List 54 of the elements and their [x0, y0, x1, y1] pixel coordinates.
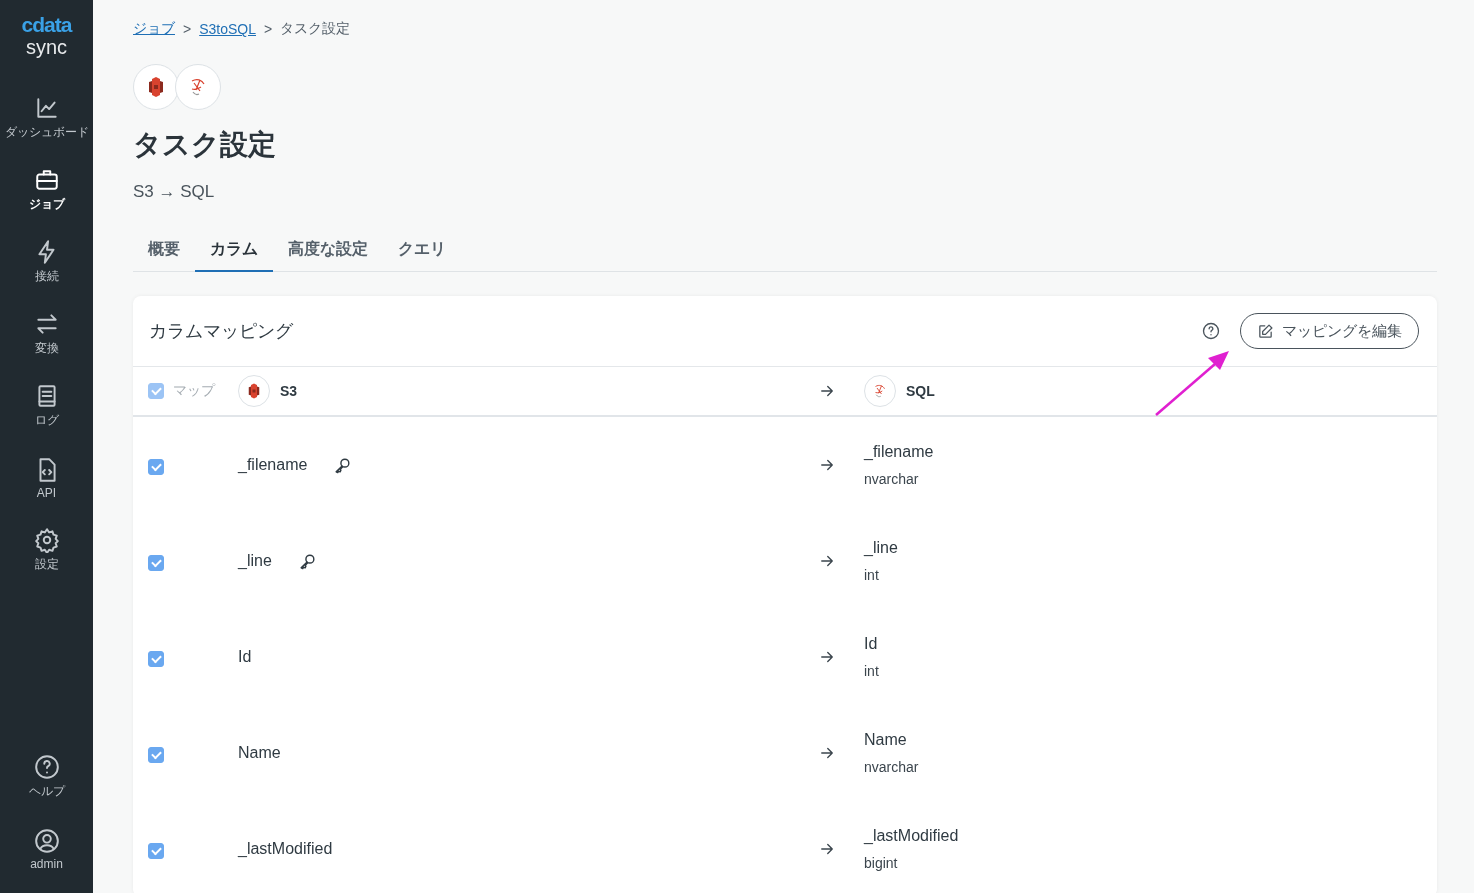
data-type: int — [864, 663, 880, 679]
help-icon — [1202, 322, 1220, 340]
sidebar-item[interactable]: admin — [0, 813, 93, 885]
edit-icon — [1257, 322, 1274, 340]
sidebar-item[interactable]: ログ — [0, 370, 93, 442]
briefcase-icon — [33, 167, 60, 193]
target-column-name: _lastModified — [864, 827, 960, 845]
data-type: int — [864, 567, 880, 583]
edit-mapping-button[interactable]: マッピングを編集 — [1240, 313, 1419, 349]
tab[interactable]: 概要 — [133, 230, 195, 272]
breadcrumb-separator: > — [264, 21, 273, 37]
sidebar-item[interactable]: ジョブ — [0, 154, 93, 226]
sidebar-item[interactable]: ヘルプ — [0, 741, 93, 813]
checkbox[interactable] — [148, 458, 164, 475]
column-header: S3 — [280, 383, 298, 399]
target-column-name: Id — [864, 635, 879, 653]
checkbox[interactable] — [148, 383, 164, 399]
column-header: マップ — [173, 382, 215, 400]
source-column-name: _filename — [238, 456, 308, 474]
source-column-name: Id — [238, 648, 252, 666]
target-column-name: _line — [864, 539, 899, 557]
product-name: sync — [25, 36, 68, 58]
source-column-name: _line — [238, 552, 272, 570]
source-column-name: _lastModified — [238, 840, 333, 858]
target-column-name: Name — [864, 731, 908, 749]
help-icon — [33, 754, 60, 780]
breadcrumb-separator: > — [183, 21, 192, 37]
sidebar-item[interactable]: 接続 — [0, 226, 93, 298]
user-avatar-icon — [33, 827, 60, 854]
page-title: タスク設定 — [133, 128, 277, 162]
sidebar-item[interactable]: 変換 — [0, 298, 93, 370]
checkbox[interactable] — [148, 746, 164, 763]
data-type: nvarchar — [864, 471, 920, 487]
brand-logo: cdata — [21, 14, 72, 36]
card-title: カラムマッピング — [149, 320, 294, 343]
tab[interactable]: カラム — [195, 230, 273, 272]
checkbox[interactable] — [148, 554, 164, 571]
breadcrumb-link[interactable]: ジョブ — [133, 20, 175, 38]
settings-icon — [33, 527, 60, 553]
sidebar-item[interactable]: API — [0, 442, 93, 514]
breadcrumb-link[interactable]: S3toSQL — [199, 21, 256, 37]
tab[interactable]: 高度な設定 — [273, 230, 383, 272]
breadcrumb-current: タスク設定 — [280, 20, 351, 38]
data-type: nvarchar — [864, 759, 920, 775]
column-header: SQL — [906, 383, 935, 399]
sidebar-item[interactable]: ダッシュボード — [0, 82, 93, 154]
source-column-name: Name — [238, 744, 281, 762]
checkbox[interactable] — [148, 842, 164, 859]
sidebar-item[interactable]: 設定 — [0, 514, 93, 586]
checkbox[interactable] — [148, 650, 164, 667]
data-type: bigint — [864, 855, 899, 871]
page-subtitle: S3 → SQL — [133, 182, 216, 202]
target-column-name: _filename — [864, 443, 935, 461]
tab[interactable]: クエリ — [383, 230, 461, 272]
